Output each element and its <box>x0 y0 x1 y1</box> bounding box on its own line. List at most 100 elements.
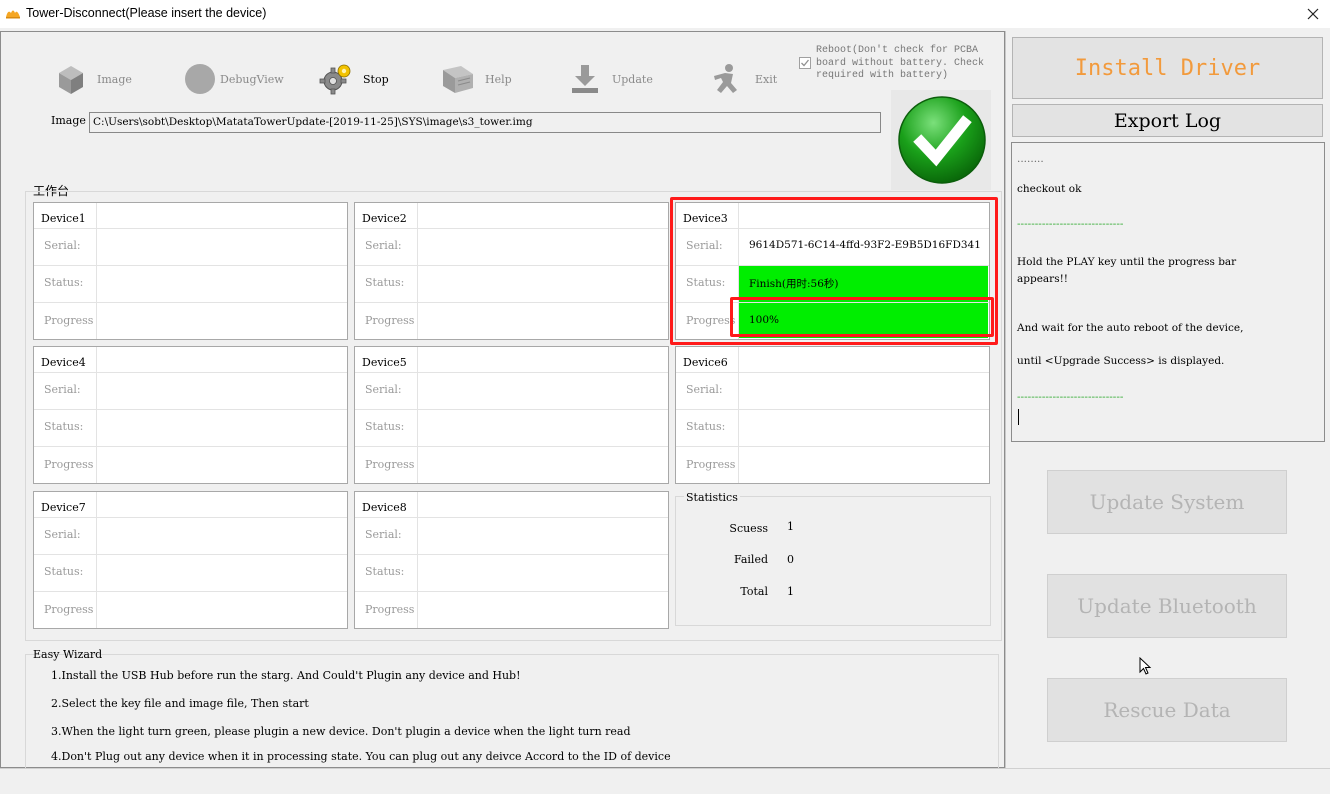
stat-failed-value: 0 <box>787 553 794 566</box>
grid-line <box>96 492 97 628</box>
update-bluetooth-button[interactable]: Update Bluetooth <box>1047 574 1287 638</box>
serial-label: Serial: <box>365 383 402 396</box>
status-label: Status: <box>365 276 405 289</box>
grid-line <box>355 409 668 410</box>
reboot-checkbox[interactable]: Reboot(Don't check for PCBA board withou… <box>799 44 999 88</box>
rescue-data-button[interactable]: Rescue Data <box>1047 678 1287 742</box>
checkmark-icon <box>801 59 810 67</box>
toolbar-exit-label: Exit <box>755 72 778 86</box>
grid-line <box>355 228 668 229</box>
grid-line <box>34 446 347 447</box>
serial-label: Serial: <box>44 383 81 396</box>
serial-label: Serial: <box>686 383 723 396</box>
log-output[interactable]: ........ checkout ok -------------------… <box>1011 142 1325 442</box>
toolbar-debugview-label: DebugView <box>220 72 284 86</box>
log-separator: ------------------------------ <box>1017 218 1124 230</box>
progress-label: Progress <box>686 458 736 471</box>
progress-label: Progress <box>44 314 94 327</box>
export-log-button[interactable]: Export Log <box>1012 104 1323 137</box>
device-panel-7: Device7 Serial: Status: Progress <box>33 491 348 629</box>
close-icon[interactable] <box>1296 0 1330 28</box>
grid-line <box>34 372 347 373</box>
text-caret <box>1018 409 1019 425</box>
grid-line <box>355 372 668 373</box>
device-name: Device2 <box>362 212 407 225</box>
toolbar-image-label: Image <box>97 72 132 86</box>
device-name: Device8 <box>362 501 407 514</box>
mouse-pointer-icon <box>1139 657 1152 675</box>
reboot-checkbox-box[interactable] <box>799 57 811 69</box>
toolbar-exit-button[interactable]: Exit <box>709 60 777 98</box>
app-icon <box>6 10 20 19</box>
image-path-field[interactable]: C:\Users\sobt\Desktop\MatataTowerUpdate-… <box>89 112 881 133</box>
grid-line <box>355 554 668 555</box>
grid-line <box>676 446 989 447</box>
grid-line <box>355 265 668 266</box>
log-line: Hold the PLAY key until the progress bar <box>1017 256 1237 268</box>
toolbar-debugview-button[interactable]: DebugView <box>183 60 284 98</box>
main-panel: Image DebugView Stop Help Update Exit Re… <box>0 31 1005 769</box>
status-label: Status: <box>44 276 84 289</box>
grid-line <box>96 347 97 483</box>
device-name: Device6 <box>683 356 728 369</box>
grid-line <box>355 591 668 592</box>
stat-total-value: 1 <box>787 585 794 598</box>
progress-label: Progress <box>365 458 415 471</box>
grid-line <box>34 517 347 518</box>
grid-line <box>96 203 97 339</box>
grid-line <box>738 347 739 483</box>
status-label: Status: <box>44 565 84 578</box>
device-name: Device4 <box>41 356 86 369</box>
stat-scuess-value: 1 <box>787 520 794 533</box>
progress-label: Progress <box>365 603 415 616</box>
gear-icon <box>319 64 351 95</box>
grid-line <box>34 554 347 555</box>
grid-line <box>34 228 347 229</box>
serial-label: Serial: <box>365 528 402 541</box>
toolbar-stop-button[interactable]: Stop <box>319 60 389 98</box>
install-driver-button[interactable]: Install Driver <box>1012 37 1323 99</box>
serial-label: Serial: <box>365 239 402 252</box>
device-panel-2: Device2 Serial: Status: Progress <box>354 202 669 340</box>
serial-label: Serial: <box>44 528 81 541</box>
device-panel-5: Device5 Serial: Status: Progress <box>354 346 669 484</box>
grid-line <box>417 347 418 483</box>
toolbar-update-button[interactable]: Update <box>568 60 653 98</box>
toolbar-help-button[interactable]: Help <box>441 60 512 98</box>
toolbar-update-label: Update <box>612 72 653 86</box>
status-bar <box>0 768 1330 794</box>
update-system-button[interactable]: Update System <box>1047 470 1287 534</box>
progress-label: Progress <box>44 458 94 471</box>
grid-line <box>417 203 418 339</box>
toolbar-help-label: Help <box>485 72 512 86</box>
serial-label: Serial: <box>44 239 81 252</box>
wizard-step: 4.Don't Plug out any device when it in p… <box>51 750 671 763</box>
log-separator: ------------------------------ <box>1017 391 1124 403</box>
toolbar-image-button[interactable]: Image <box>53 60 132 98</box>
device-panel-4: Device4 Serial: Status: Progress <box>33 346 348 484</box>
reboot-label: Reboot(Don't check for PCBA board withou… <box>816 45 985 81</box>
statistics-title: Statistics <box>684 491 740 504</box>
wizard-title: Easy Wizard <box>33 648 103 661</box>
grid-line <box>34 265 347 266</box>
image-path-label: Image <box>51 114 86 127</box>
status-label: Status: <box>686 420 726 433</box>
circle-icon <box>185 64 215 94</box>
progress-label: Progress <box>44 603 94 616</box>
grid-line <box>34 302 347 303</box>
log-line: And wait for the auto reboot of the devi… <box>1017 322 1244 334</box>
wizard-step: 2.Select the key file and image file, Th… <box>51 697 309 710</box>
toolbar-stop-label: Stop <box>363 72 389 86</box>
stat-scuess-label: Scuess <box>729 522 768 535</box>
stat-total-label: Total <box>740 585 768 598</box>
status-label: Status: <box>365 420 405 433</box>
grid-line <box>355 446 668 447</box>
grid-line <box>676 409 989 410</box>
status-label: Status: <box>44 420 84 433</box>
log-line: checkout ok <box>1017 183 1082 195</box>
wizard-step: 1.Install the USB Hub before run the sta… <box>51 669 521 682</box>
device-panel-1: Device1 Serial: Status: Progress <box>33 202 348 340</box>
log-line: ........ <box>1017 153 1044 165</box>
highlight-progress <box>730 297 994 337</box>
grid-line <box>355 302 668 303</box>
